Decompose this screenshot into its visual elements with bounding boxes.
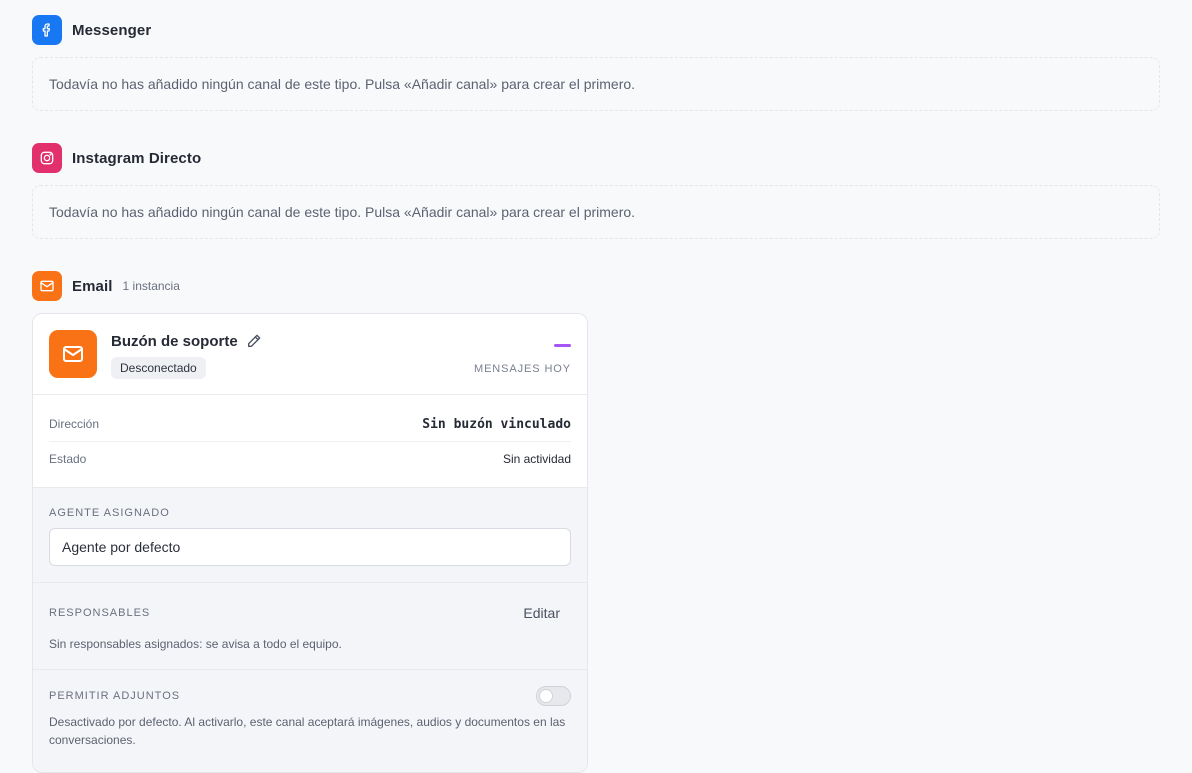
info-value: Sin buzón vinculado [422, 416, 571, 432]
section-title: Messenger [72, 21, 152, 39]
attachments-label: Permitir adjuntos [49, 690, 181, 702]
attachments-note: Desactivado por defecto. Al activarlo, e… [49, 715, 566, 747]
responsibles-note: Sin responsables asignados: se avisa a t… [49, 637, 342, 651]
info-list: Dirección Sin buzón vinculado Estado Sin… [33, 407, 587, 475]
section-email-header: Email 1 instancia [32, 271, 180, 301]
agent-select[interactable]: Agente por defecto [49, 528, 571, 566]
mail-icon [49, 330, 97, 378]
section-instagram-header: Instagram Directo [32, 143, 201, 173]
info-row-address: Dirección Sin buzón vinculado [49, 407, 571, 441]
messages-sparkline [554, 344, 571, 347]
agent-panel: Agente asignado Agente por defecto [33, 487, 587, 582]
mail-icon [32, 271, 62, 301]
facebook-icon [32, 15, 62, 45]
agent-label: Agente asignado [49, 507, 170, 519]
card-header: Buzón de soporte Desconectado Mensajes h… [33, 314, 587, 395]
status-badge: Desconectado [111, 357, 206, 379]
attachments-panel: Permitir adjuntos Desactivado por defect… [33, 669, 587, 772]
info-row-status: Estado Sin actividad [49, 441, 571, 475]
responsibles-label: Responsables [49, 607, 151, 619]
channel-name: Buzón de soporte [111, 333, 238, 350]
edit-responsibles-button[interactable]: Editar [523, 605, 560, 621]
messages-today-label: Mensajes hoy [474, 363, 571, 375]
section-title: Email [72, 277, 113, 295]
responsibles-panel: Responsables Editar Sin responsables asi… [33, 582, 587, 669]
toggle-knob [539, 689, 553, 703]
messenger-empty-state: Todavía no has añadido ningún canal de e… [32, 57, 1160, 111]
section-messenger-header: Messenger [32, 15, 151, 45]
instance-count: 1 instancia [122, 279, 180, 293]
section-title: Instagram Directo [72, 149, 202, 167]
attachments-toggle[interactable] [536, 686, 571, 706]
info-label: Dirección [49, 417, 100, 431]
info-label: Estado [49, 451, 87, 466]
instagram-empty-state: Todavía no has añadido ningún canal de e… [32, 185, 1160, 239]
channel-card: Buzón de soporte Desconectado Mensajes h… [32, 313, 588, 773]
instagram-icon [32, 143, 62, 173]
pencil-icon[interactable] [246, 333, 262, 349]
info-value: Sin actividad [502, 451, 571, 466]
